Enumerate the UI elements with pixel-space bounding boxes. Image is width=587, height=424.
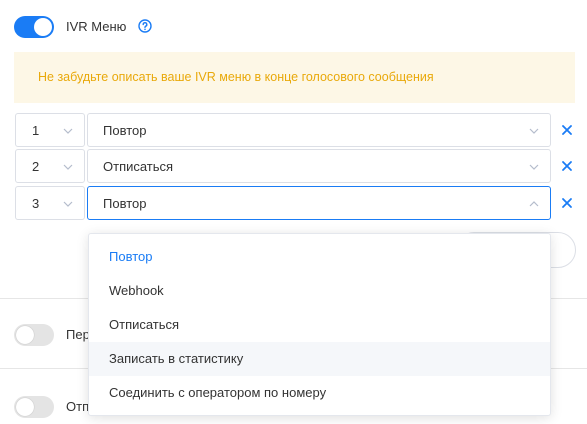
ivr-warning-text: Не забудьте описать ваше IVR меню в конц… — [38, 70, 434, 84]
chevron-down-icon — [63, 164, 73, 170]
ivr-key-value: 1 — [32, 123, 40, 138]
ivr-action-value: Отписаться — [103, 159, 174, 174]
dropdown-option-connect-operator[interactable]: Соединить с оператором по номеру — [89, 376, 550, 410]
dropdown-option-unsubscribe[interactable]: Отписаться — [89, 308, 550, 342]
dropdown-option-webhook[interactable]: Webhook — [89, 274, 550, 308]
dropdown-option-label: Webhook — [109, 283, 164, 298]
dropdown-option-repeat[interactable]: Повтор — [89, 240, 550, 274]
toggle-knob — [16, 326, 34, 344]
ivr-warning-banner: Не забудьте описать ваше IVR меню в конц… — [14, 52, 575, 103]
chevron-down-icon — [63, 201, 73, 207]
ivr-key-select-3[interactable]: 3 — [15, 186, 85, 220]
toggle-knob — [34, 18, 52, 36]
ivr-key-select-1[interactable]: 1 — [15, 113, 85, 147]
remove-row-3-icon[interactable] — [561, 197, 573, 209]
ivr-menu-toggle[interactable] — [14, 16, 54, 38]
chevron-up-icon — [529, 201, 539, 207]
ivr-action-select-2[interactable]: Отписаться — [87, 149, 551, 183]
dropdown-option-label: Соединить с оператором по номеру — [109, 385, 327, 400]
ivr-action-select-1[interactable]: Повтор — [87, 113, 551, 147]
ivr-key-value: 2 — [32, 159, 40, 174]
action-dropdown-menu: Повтор Webhook Отписаться Записать в ста… — [88, 233, 551, 416]
setting-label-2: Отп — [66, 399, 90, 414]
ivr-action-value: Повтор — [103, 196, 147, 211]
chevron-down-icon — [529, 128, 539, 134]
setting-label-1: Пер — [66, 327, 90, 342]
dropdown-option-label: Отписаться — [109, 317, 180, 332]
ivr-key-value: 3 — [32, 196, 40, 211]
chevron-down-icon — [63, 128, 73, 134]
setting-toggle-2[interactable] — [14, 396, 54, 418]
toggle-knob — [16, 398, 34, 416]
remove-row-1-icon[interactable] — [561, 124, 573, 136]
dropdown-option-record-statistics[interactable]: Записать в статистику — [89, 342, 550, 376]
ivr-key-select-2[interactable]: 2 — [15, 149, 85, 183]
dropdown-option-label: Записать в статистику — [109, 351, 244, 366]
help-icon[interactable] — [138, 19, 152, 33]
setting-toggle-1[interactable] — [14, 324, 54, 346]
ivr-action-select-3[interactable]: Повтор — [87, 186, 551, 220]
ivr-menu-label: IVR Меню — [66, 19, 127, 34]
chevron-down-icon — [529, 164, 539, 170]
dropdown-option-label: Повтор — [109, 249, 153, 264]
remove-row-2-icon[interactable] — [561, 160, 573, 172]
ivr-action-value: Повтор — [103, 123, 147, 138]
